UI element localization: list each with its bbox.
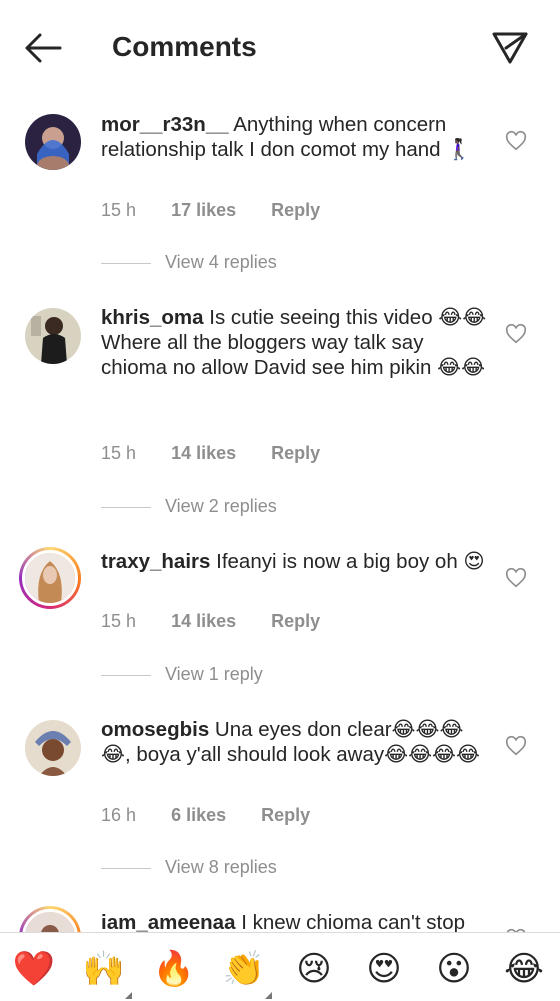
comment-text: I knew chioma can't stop — [241, 911, 466, 934]
emoji-quick-bar: ❤️ 🙌 🔥 👏 😢 😍 😮 😂 — [0, 932, 560, 1001]
page-title: Comments — [112, 31, 257, 62]
username[interactable]: traxy_hairs — [101, 550, 210, 573]
likes-count[interactable]: 14 likes — [171, 611, 236, 631]
username[interactable]: mor__r33n__ — [101, 113, 229, 136]
reply-button[interactable]: Reply — [271, 443, 320, 463]
avatar[interactable] — [25, 308, 81, 364]
comment-time: 16 h — [101, 805, 137, 825]
view-replies-label: View 4 replies — [165, 252, 277, 272]
replies-divider — [101, 674, 151, 676]
view-replies-label: View 8 replies — [165, 857, 277, 877]
avatar-with-story-ring[interactable] — [19, 547, 81, 609]
replies-divider — [101, 506, 151, 508]
replies-divider — [101, 867, 151, 869]
view-replies-button[interactable]: View 8 replies — [101, 857, 277, 878]
emoji-fire[interactable]: 🔥 — [152, 949, 196, 989]
view-replies-button[interactable]: View 2 replies — [101, 496, 277, 517]
back-arrow-icon — [25, 33, 62, 63]
like-button[interactable] — [505, 567, 527, 589]
like-button[interactable] — [505, 735, 527, 757]
reply-button[interactable]: Reply — [271, 200, 320, 220]
replies-divider — [101, 262, 151, 264]
avatar[interactable] — [25, 720, 81, 776]
emoji-clapping-hands[interactable]: 👏 — [222, 949, 266, 989]
emoji-raised-hands[interactable]: 🙌 — [82, 949, 126, 989]
comment-time: 15 h — [101, 611, 137, 631]
likes-count[interactable]: 6 likes — [171, 805, 226, 825]
likes-count[interactable]: 14 likes — [171, 443, 236, 463]
view-replies-button[interactable]: View 1 reply — [101, 664, 263, 685]
reply-button[interactable]: Reply — [261, 805, 310, 825]
view-replies-label: View 2 replies — [165, 496, 277, 516]
emoji-surprised-face[interactable]: 😮 — [432, 949, 476, 989]
send-icon — [492, 32, 528, 64]
comment-text: Ifeanyi is now a big boy oh 😍 — [216, 550, 485, 573]
comment-text: Is cutie seeing this video 😂😂 — [209, 306, 487, 329]
emoji-heart-eyes[interactable]: 😍 — [362, 949, 406, 989]
comment-text-line-2: Where all the bloggers way talk say chio… — [101, 331, 486, 379]
username[interactable]: omosegbis — [101, 718, 209, 741]
emoji-tears-of-joy[interactable]: 😂 — [502, 949, 546, 989]
skin-tone-indicator — [265, 992, 272, 999]
share-button[interactable] — [490, 28, 530, 68]
heart-icon — [505, 130, 527, 151]
likes-count[interactable]: 17 likes — [171, 200, 236, 220]
avatar[interactable] — [25, 114, 81, 170]
username[interactable]: iam_ameenaa — [101, 911, 235, 934]
username[interactable]: khris_oma — [101, 306, 204, 329]
emoji-crying-face[interactable]: 😢 — [292, 949, 336, 989]
view-replies-label: View 1 reply — [165, 664, 263, 684]
view-replies-button[interactable]: View 4 replies — [101, 252, 277, 273]
heart-icon — [505, 323, 527, 344]
comment-time: 15 h — [101, 443, 137, 463]
comments-header: Comments — [0, 0, 560, 96]
emoji-heart[interactable]: ❤️ — [12, 949, 56, 989]
back-button[interactable] — [22, 28, 64, 68]
reply-button[interactable]: Reply — [271, 611, 320, 631]
like-button[interactable] — [505, 323, 527, 345]
skin-tone-indicator — [125, 992, 132, 999]
comment-time: 15 h — [101, 200, 137, 220]
heart-icon — [505, 735, 527, 756]
heart-icon — [505, 567, 527, 588]
like-button[interactable] — [505, 130, 527, 152]
